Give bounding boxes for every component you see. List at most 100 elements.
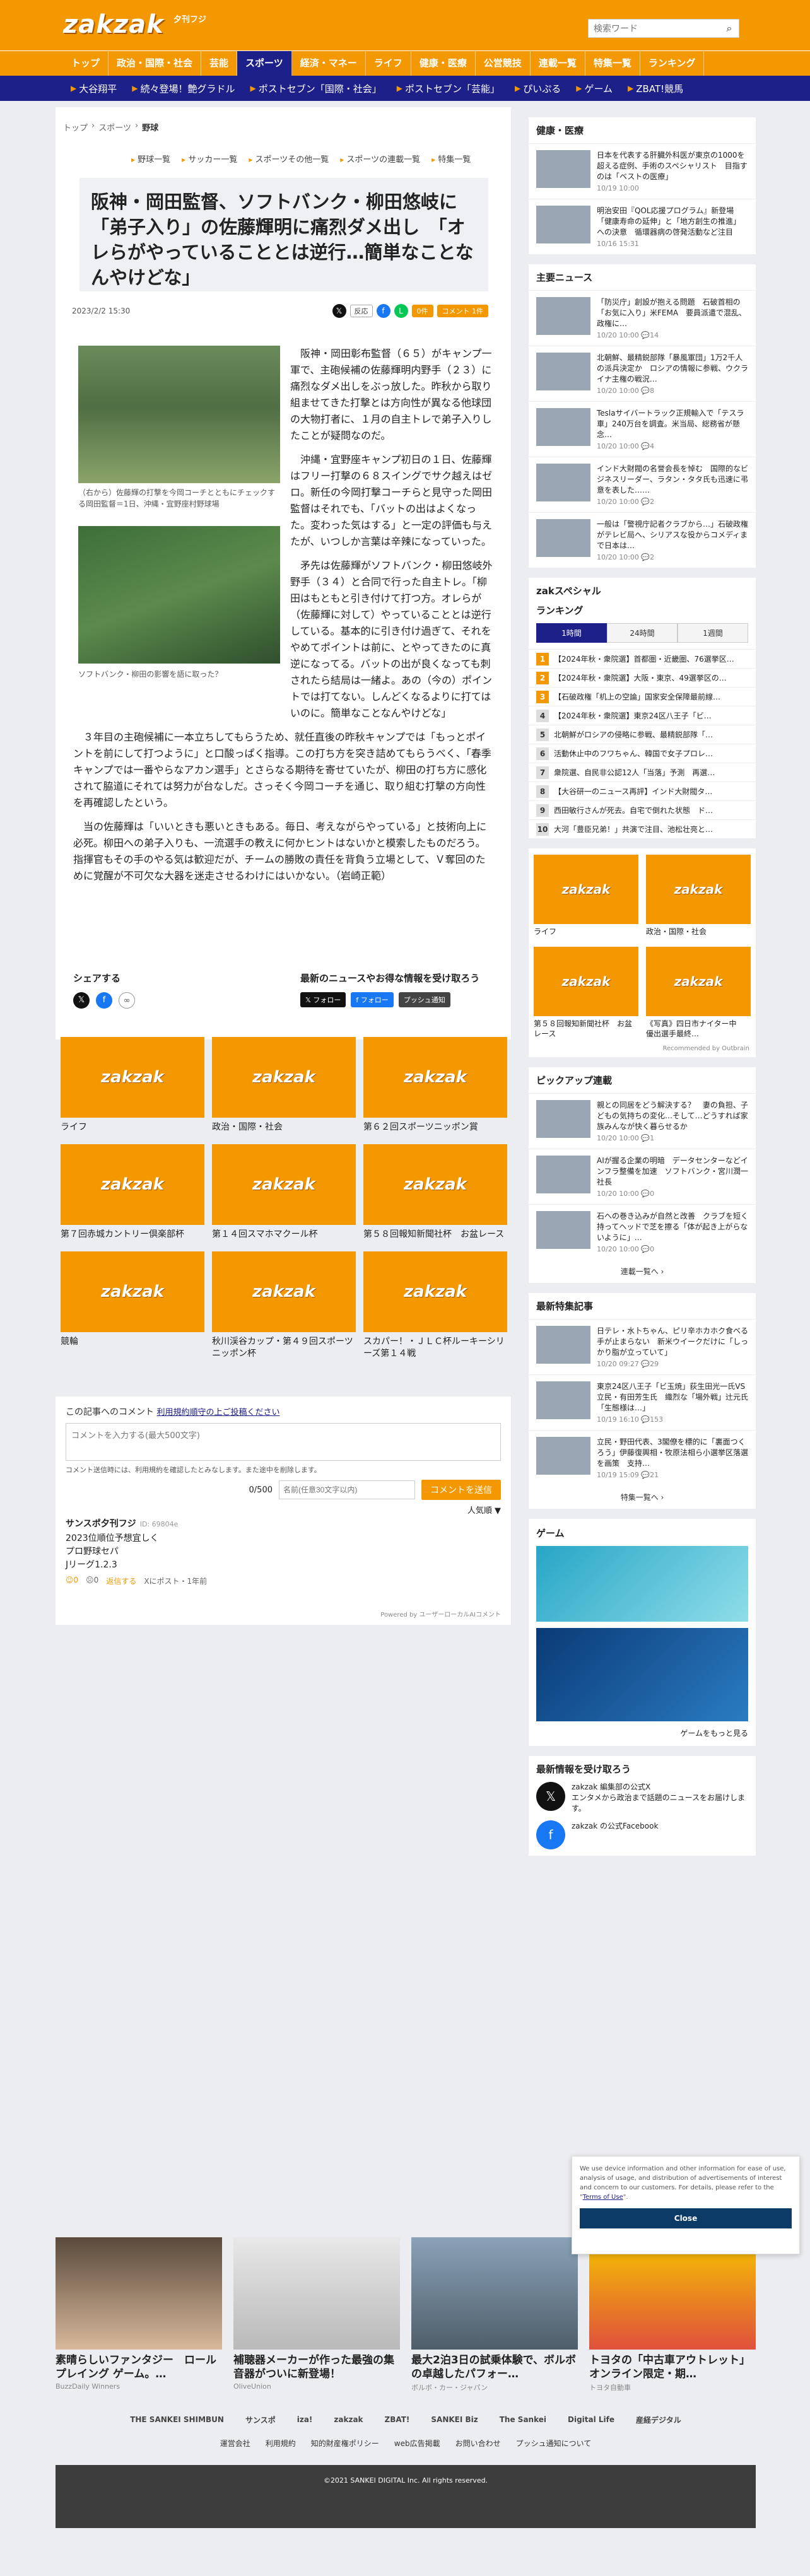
subnav-baseball[interactable]: 野球一覧: [131, 153, 170, 165]
group-logo[interactable]: 産経デジタル: [632, 2413, 685, 2427]
send-comment-button[interactable]: コメントを送信: [421, 1480, 501, 1500]
game-more-link[interactable]: ゲームをもっと見る: [536, 1728, 748, 1738]
grid-card[interactable]: zakzak 第６２回スポーツニッポン賞: [363, 1037, 507, 1133]
group-logo[interactable]: zakzak: [330, 2413, 367, 2426]
name-input[interactable]: [279, 1480, 415, 1499]
tab-1week[interactable]: 1週間: [678, 623, 748, 643]
game-banner-2[interactable]: [536, 1628, 748, 1721]
ranking-item[interactable]: 10 大河「豊臣兄弟！」共演で注目、池松壮亮と…: [529, 819, 756, 838]
subnav-other[interactable]: スポーツその他一覧: [249, 153, 329, 165]
link-icon[interactable]: ∞: [119, 992, 135, 1009]
crumb-top[interactable]: トップ: [63, 121, 88, 133]
push-button[interactable]: プッシュ通知: [398, 992, 450, 1007]
gnav-item[interactable]: ライフ: [366, 51, 411, 76]
terms-link[interactable]: Terms of Use: [583, 2194, 623, 2201]
outbrain-label[interactable]: Recommended by Outbrain: [529, 1045, 756, 1057]
x-icon[interactable]: 𝕏: [73, 992, 90, 1009]
news-item[interactable]: AIが握る企業の明暗 データセンターなどインフラ整備を加速 ソフトバンク・宮川潤…: [529, 1149, 756, 1204]
ranking-item[interactable]: 6 活動休止中のフワちゃん、韓国で女子プロレ…: [529, 744, 756, 763]
ad-card[interactable]: 素晴らしいファンタジー ロールプレイング ゲーム。… BuzzDaily Winn…: [56, 2237, 222, 2391]
side-promo-card[interactable]: zakzak ライフ: [534, 855, 638, 937]
cookie-close-button[interactable]: Close: [580, 2208, 792, 2228]
group-logo[interactable]: The Sankei: [496, 2413, 550, 2426]
group-logo[interactable]: THE SANKEI SHIMBUN: [126, 2413, 228, 2426]
grid-card[interactable]: zakzak 秋川渓谷カップ・第４９回スポーツニッポン杯: [212, 1251, 356, 1360]
grid-card[interactable]: zakzak 競輪: [61, 1251, 204, 1348]
subnav-link[interactable]: ▶ ポストセブン「芸能」: [389, 82, 507, 95]
footer-link[interactable]: 運営会社: [220, 2438, 250, 2449]
subnav-link[interactable]: ▶ ZBAT!競馬: [620, 82, 691, 95]
subnav-link[interactable]: ▶ ゲーム: [568, 82, 620, 95]
subnav-link[interactable]: ▶ 続々登場！艶グラドル: [124, 82, 242, 95]
pickup-more-link[interactable]: 連載一覧へ ›: [529, 1260, 756, 1283]
grid-card[interactable]: zakzak 政治・国際・社会: [212, 1037, 356, 1133]
news-item[interactable]: 明治安田『QOL応援プログラム』新登場 「健康寿命の延伸」と「地方創生の推進」へ…: [529, 199, 756, 254]
x-share-icon[interactable]: 𝕏: [332, 304, 346, 318]
footer-link[interactable]: プッシュ通知について: [516, 2438, 592, 2449]
search-icon[interactable]: ⌕: [720, 22, 739, 35]
gnav-item[interactable]: スポーツ: [237, 51, 292, 76]
news-item[interactable]: 日テレ・水卜ちゃん、ピリ辛ホカホク食べる手が止まらない 新米ウイークだけに「しっ…: [529, 1319, 756, 1374]
news-item[interactable]: 石への巻き込みが自然と改善 クラブを短く持ってヘッドで芝を擦る「体が起き上がらな…: [529, 1204, 756, 1260]
news-item[interactable]: 北朝鮮、最精鋭部隊「暴風軍団」1万2千人の派兵決定か ロシアの情報に参戦、ウクラ…: [529, 346, 756, 401]
sort-dropdown[interactable]: 人気順 ▼: [66, 1504, 501, 1516]
ranking-item[interactable]: 8 【大谷研一のニュース再評】インド大財閥タ…: [529, 782, 756, 800]
grid-card[interactable]: zakzak 第１４回スマホマクール杯: [212, 1144, 356, 1241]
ranking-item[interactable]: 3 【石破政権「机上の空論」国家安全保障最前線…: [529, 687, 756, 706]
group-logo[interactable]: SANKEI Biz: [427, 2413, 481, 2426]
game-banner-1[interactable]: [536, 1546, 748, 1622]
ad-card[interactable]: 補聴器メーカーが作った最強の集音器がついに新登場！ OliveUnion: [233, 2237, 400, 2391]
ranking-item[interactable]: 2 【2024年秋・衆院選】大阪・東京、49選挙区の…: [529, 668, 756, 687]
subnav-series[interactable]: スポーツの連載一覧: [340, 153, 420, 165]
grid-card[interactable]: zakzak スカパー！・ＪＬＣ杯ルーキーシリーズ第１４戦: [363, 1251, 507, 1360]
ranking-item[interactable]: 1 【2024年秋・衆院選】首都圏・近畿圏、76選挙区…: [529, 649, 756, 668]
ranking-item[interactable]: 4 【2024年秋・衆院選】東京24区八王子「ビ…: [529, 706, 756, 725]
subnav-link[interactable]: ▶ 大谷翔平: [63, 82, 124, 95]
side-promo-card[interactable]: zakzak 第５８回報知新聞社杯 お盆レース: [534, 947, 638, 1039]
gnav-item[interactable]: 公営競技: [476, 51, 531, 76]
grid-card[interactable]: zakzak 第５８回報知新聞社杯 お盆レース: [363, 1144, 507, 1241]
side-promo-card[interactable]: zakzak 《写真》四日市ナイター中 優出選手最終…: [646, 947, 751, 1039]
footer-link[interactable]: web広告掲載: [394, 2438, 440, 2449]
search-input[interactable]: [589, 20, 720, 37]
follow-facebook-button[interactable]: f フォロー: [351, 992, 394, 1007]
footer-link[interactable]: お問い合わせ: [455, 2438, 501, 2449]
crumb-baseball[interactable]: 野球: [142, 121, 158, 133]
group-logo[interactable]: Digital Life: [564, 2413, 618, 2426]
gnav-item[interactable]: 健康・医療: [411, 51, 476, 76]
news-item[interactable]: 親との同居をどう解決する？ 妻の負担、子どもの気持ちの変化…そして…どうすれば家…: [529, 1093, 756, 1149]
gnav-item[interactable]: 芸能: [201, 51, 238, 76]
rules-link[interactable]: 利用規約順守の上ご投稿ください: [156, 1408, 279, 1417]
ranking-item[interactable]: 7 衆院選、自民非公認12人「当落」予測 再選…: [529, 763, 756, 782]
news-item[interactable]: 日本を代表する肝臓外科医が東京の1000を超える症例、手術のスペシャリスト 目指…: [529, 143, 756, 199]
news-item[interactable]: 東京24区八王子「ビ玉焼」荻生田光一氏VS立民・有田芳生氏 織烈な「場外戦」辻元…: [529, 1374, 756, 1430]
subnav-link[interactable]: ▶ ぴいぷる: [507, 82, 568, 95]
group-logo[interactable]: iza!: [293, 2413, 317, 2426]
group-logo[interactable]: ZBAT!: [381, 2413, 414, 2426]
gnav-item[interactable]: ランキング: [640, 51, 705, 76]
subnav-features[interactable]: 特集一覧: [431, 153, 471, 165]
news-item[interactable]: Teslaサイバートラック正規輸入で「テスラ車」240万台を調査。米当局、総務省…: [529, 401, 756, 457]
facebook-account[interactable]: f zakzak の公式Facebook: [529, 1814, 756, 1849]
x-account[interactable]: 𝕏 zakzak 編集部の公式X エンタメから政治まで話題のニュースをお届けします…: [529, 1782, 756, 1814]
news-item[interactable]: インド大財閥の名誉会長を悼む 国際的なビジネスリーダー、ラタン・タタ氏も迅速に弔…: [529, 457, 756, 512]
side-promo-card[interactable]: zakzak 政治・国際・社会: [646, 855, 751, 937]
grid-card[interactable]: zakzak 第７回赤城カントリー倶楽部杯: [61, 1144, 204, 1241]
gnav-item[interactable]: トップ: [63, 51, 109, 76]
footer-link[interactable]: 利用規約: [266, 2438, 296, 2449]
crumb-sports[interactable]: スポーツ: [98, 121, 131, 133]
ranking-item[interactable]: 9 西田敏行さんが死去。自宅で倒れた状態 ド…: [529, 800, 756, 819]
news-item[interactable]: 「防災庁」創設が抱える問題 石破首相の「お気に入り」米FEMA 要員派遣で混乱、…: [529, 290, 756, 346]
gnav-item[interactable]: 政治・国際・社会: [109, 51, 202, 76]
comment-textarea[interactable]: [66, 1423, 501, 1461]
ad-card[interactable]: 最大2泊3日の試乗体験で、ボルボの卓越したパフォー… ボルボ・カー・ジャパン: [411, 2237, 578, 2392]
grid-card[interactable]: zakzak ライフ: [61, 1037, 204, 1133]
facebook-icon[interactable]: f: [96, 992, 112, 1009]
react-button[interactable]: 反応: [349, 305, 373, 317]
count-button[interactable]: 0件: [411, 305, 433, 317]
site-logo[interactable]: zakzak 夕刊フジ: [63, 10, 208, 40]
reply-button[interactable]: 返信する: [106, 1576, 136, 1586]
news-item[interactable]: 一般は「警視庁記者クラブから…」石破政権がテレビ局へ、シリアスな役からコメディま…: [529, 512, 756, 568]
ranking-item[interactable]: 5 北朝鮮がロシアの侵略に参戦、最精鋭部隊「…: [529, 725, 756, 744]
facebook-share-icon[interactable]: f: [376, 304, 390, 318]
